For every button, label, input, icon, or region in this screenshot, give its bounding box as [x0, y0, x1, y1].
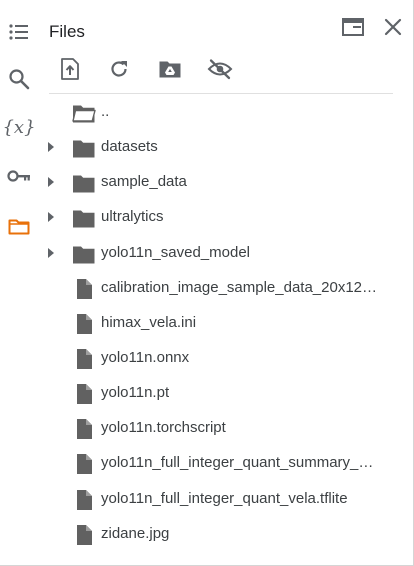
tree-row-label: yolo11n.torchscript — [101, 419, 226, 437]
tree-row-label: .. — [101, 103, 110, 120]
expand-caret-icon[interactable] — [48, 212, 54, 223]
search-button[interactable] — [4, 64, 34, 94]
tree-row-file[interactable]: calibration_image_sample_data_20x12… — [40, 271, 410, 306]
tree-row-file[interactable]: yolo11n_full_integer_quant_summary_… — [40, 446, 410, 481]
tree-row-file[interactable]: yolo11n.pt — [40, 376, 410, 411]
hide-hidden-files-icon — [207, 58, 233, 85]
upload-button[interactable] — [56, 57, 84, 85]
table-of-contents-button[interactable] — [4, 17, 34, 47]
tree-row-file[interactable]: himax_vela.ini — [40, 306, 410, 341]
search-icon — [7, 67, 31, 91]
tree-row-label: calibration_image_sample_data_20x12… — [101, 278, 378, 296]
refresh-button[interactable] — [105, 57, 133, 85]
folder-icon — [71, 135, 97, 161]
tree-row-label: sample_data — [101, 173, 187, 191]
panel-title: Files — [49, 22, 85, 41]
tree-row-label: yolo11n_full_integer_quant_summary_… — [101, 454, 374, 472]
secrets-button[interactable] — [4, 161, 34, 191]
variables-button[interactable]: {x} — [2, 112, 36, 142]
tree-row-label: yolo11n_full_integer_quant_vela.tflite — [101, 489, 348, 507]
tree-row-file[interactable]: zidane.jpg — [40, 517, 410, 552]
open-in-window-button[interactable] — [340, 16, 366, 42]
file-icon — [71, 346, 97, 372]
tree-row-label: yolo11n.pt — [101, 384, 170, 402]
mount-drive-icon — [158, 58, 182, 85]
file-icon — [71, 416, 97, 442]
tree-row-folder[interactable]: datasets — [40, 130, 410, 165]
file-icon — [71, 311, 97, 337]
tree-row-file[interactable]: yolo11n.onnx — [40, 341, 410, 376]
secrets-key-icon — [6, 164, 32, 188]
tree-row-label: zidane.jpg — [101, 524, 170, 542]
folder-icon — [7, 214, 31, 238]
tree-row-label: ultralytics — [101, 208, 164, 226]
file-icon — [71, 276, 97, 302]
mount-drive-button[interactable] — [156, 57, 184, 85]
tree-row-parent[interactable]: .. — [40, 95, 410, 130]
tree-row-folder[interactable]: sample_data — [40, 165, 410, 200]
folder-icon — [71, 205, 97, 231]
upload-icon — [59, 57, 81, 86]
tree-row-folder[interactable]: yolo11n_saved_model — [40, 236, 410, 271]
files-panel-window: {x} Files .. datasets sample_data ultral… — [0, 0, 414, 566]
tree-row-file[interactable]: yolo11n.torchscript — [40, 411, 410, 446]
file-icon — [71, 451, 97, 477]
tree-row-file[interactable]: yolo11n_full_integer_quant_vela.tflite — [40, 482, 410, 517]
open-in-window-icon — [341, 16, 365, 43]
toolbar-divider — [49, 93, 393, 94]
tree-row-label: datasets — [101, 138, 158, 156]
folder-icon — [71, 241, 97, 267]
variables-icon: {x} — [2, 116, 36, 138]
file-icon — [71, 487, 97, 513]
parent-folder-icon — [71, 100, 97, 126]
expand-caret-icon[interactable] — [48, 142, 54, 153]
file-icon — [71, 381, 97, 407]
file-tree: .. datasets sample_data ultralytics yolo… — [40, 95, 410, 552]
refresh-icon — [108, 58, 130, 85]
close-icon — [382, 16, 404, 43]
tree-row-label: yolo11n.onnx — [101, 348, 190, 366]
side-rail: {x} — [0, 0, 40, 565]
tree-row-label: himax_vela.ini — [101, 313, 197, 331]
expand-caret-icon[interactable] — [48, 177, 54, 188]
files-button[interactable] — [4, 211, 34, 241]
file-icon — [71, 522, 97, 548]
tree-row-label: yolo11n_saved_model — [101, 243, 250, 261]
hide-hidden-files-button[interactable] — [206, 57, 234, 85]
expand-caret-icon[interactable] — [48, 247, 54, 258]
table-of-contents-icon — [7, 20, 31, 44]
folder-icon — [71, 170, 97, 196]
tree-row-folder[interactable]: ultralytics — [40, 200, 410, 235]
close-panel-button[interactable] — [380, 16, 406, 42]
